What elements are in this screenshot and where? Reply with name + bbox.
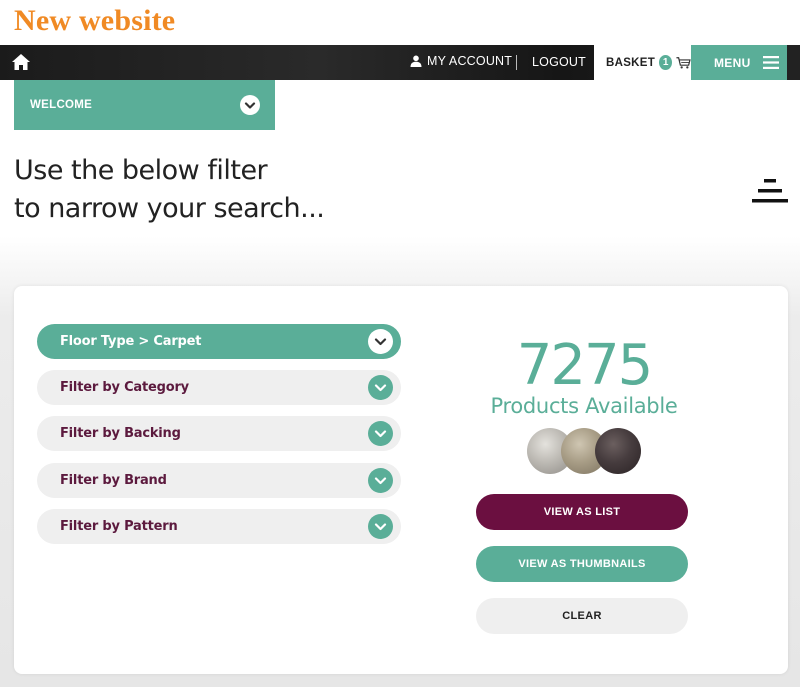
my-account-label: MY ACCOUNT: [427, 54, 513, 68]
filter-label: Floor Type > Carpet: [60, 334, 202, 349]
welcome-dropdown[interactable]: WELCOME: [14, 80, 275, 130]
basket-button[interactable]: BASKET 1: [594, 45, 691, 80]
filter-label: Filter by Backing: [60, 426, 181, 441]
page-heading: Use the below filter to narrow your sear…: [14, 152, 325, 228]
top-navigation-bar: MY ACCOUNT LOGOUT BASKET 1 MENU: [0, 45, 800, 80]
menu-button[interactable]: MENU: [691, 45, 787, 80]
filter-pattern[interactable]: Filter by Pattern: [37, 509, 401, 544]
basket-label: BASKET: [606, 56, 656, 69]
clear-button[interactable]: CLEAR: [476, 598, 688, 634]
site-title[interactable]: New website: [14, 4, 175, 38]
filter-label: Filter by Pattern: [60, 519, 178, 534]
chevron-down-icon: [368, 468, 393, 493]
my-account-link[interactable]: MY ACCOUNT: [410, 54, 512, 68]
filter-label: Filter by Category: [60, 380, 189, 395]
filter-toggle-icon[interactable]: [752, 179, 788, 209]
heading-line-2: to narrow your search...: [14, 193, 325, 224]
product-count: 7275: [516, 333, 654, 398]
user-icon: [410, 55, 422, 67]
filter-floor-type[interactable]: Floor Type > Carpet: [37, 324, 401, 359]
heading-line-1: Use the below filter: [14, 155, 268, 186]
logout-link[interactable]: LOGOUT: [532, 55, 586, 69]
chevron-down-icon: [240, 95, 260, 115]
swatch-dark-brown: [595, 428, 641, 474]
filter-card: Floor Type > Carpet Filter by Category F…: [14, 286, 788, 674]
view-as-list-button[interactable]: VIEW AS LIST: [476, 494, 688, 530]
filter-label: Filter by Brand: [60, 473, 167, 488]
chevron-down-icon: [368, 421, 393, 446]
products-available-label: Products Available: [490, 394, 678, 418]
chevron-down-icon: [368, 514, 393, 539]
welcome-label: WELCOME: [30, 99, 93, 111]
cart-icon: [676, 56, 691, 68]
chevron-down-icon: [368, 375, 393, 400]
nav-divider: [516, 55, 517, 70]
menu-label: MENU: [714, 55, 751, 70]
chevron-down-icon: [368, 329, 393, 354]
hamburger-icon: [762, 56, 779, 69]
filter-brand[interactable]: Filter by Brand: [37, 463, 401, 498]
carpet-swatches: [527, 428, 647, 476]
basket-count-badge: 1: [659, 55, 673, 70]
home-icon[interactable]: [11, 53, 31, 71]
filter-backing[interactable]: Filter by Backing: [37, 416, 401, 451]
filter-category[interactable]: Filter by Category: [37, 370, 401, 405]
view-as-thumbnails-button[interactable]: VIEW AS THUMBNAILS: [476, 546, 688, 582]
